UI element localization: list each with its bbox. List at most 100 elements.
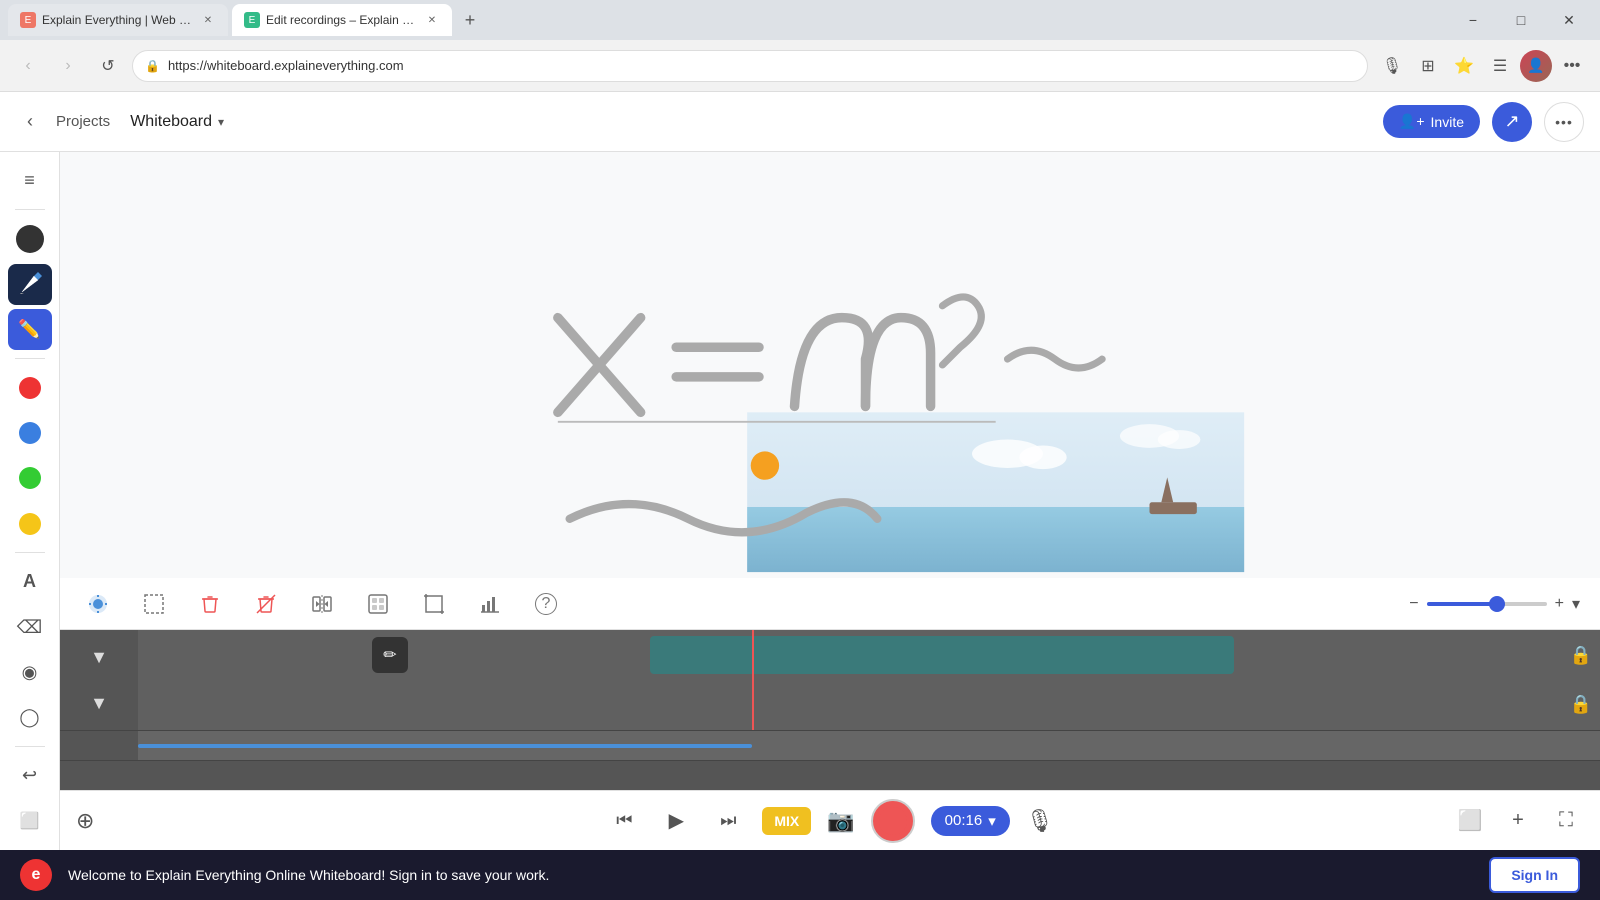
camera-button[interactable]: 📷 (827, 808, 854, 834)
timeline-side-icon-2[interactable]: ▼ (90, 693, 108, 714)
url-bar[interactable]: 🔒 https://whiteboard.explaineverything.c… (132, 50, 1368, 82)
canvas-zoom-button[interactable]: ⊕ (76, 808, 94, 834)
favorites-star-icon[interactable]: ⭐ (1448, 50, 1480, 82)
toolbar-separator-1 (15, 209, 45, 210)
tab-explain-everything[interactable]: E Explain Everything | Web W... ✕ (8, 4, 228, 36)
color-yellow[interactable] (8, 503, 52, 544)
mic-button[interactable]: 🎙 (1026, 808, 1054, 834)
undo-icon: ↩ (22, 765, 37, 786)
chart-icon (479, 593, 501, 615)
timeline-lock-2[interactable]: 🔒 (1570, 694, 1592, 715)
back-to-projects-icon[interactable]: ‹ (16, 108, 44, 136)
time-dropdown-icon: ▾ (988, 812, 996, 830)
record-button[interactable] (871, 799, 915, 843)
timeline-audio-side (60, 731, 138, 760)
tab-edit-recordings[interactable]: E Edit recordings – Explain Everyth... ✕ (232, 4, 452, 36)
timeline-audio-content[interactable] (138, 731, 1600, 760)
help-button[interactable]: ? (528, 586, 564, 622)
url-text: https://whiteboard.explaineverything.com (168, 58, 1355, 73)
new-tab-button[interactable]: + (456, 6, 484, 34)
timeline-lock-1[interactable]: 🔒 (1570, 645, 1592, 666)
projects-link[interactable]: Projects (56, 113, 110, 130)
timeline-block-1[interactable] (650, 636, 1235, 674)
time-display[interactable]: 00:16 ▾ (931, 806, 1010, 836)
timeline-tracks: ▼ ▼ ✏ (60, 630, 1600, 730)
select-box-icon (143, 593, 165, 615)
shapes-tool[interactable]: ◯ (8, 697, 52, 738)
rewind-button[interactable]: ⏮ (606, 803, 642, 839)
mix-button[interactable]: MIX (762, 807, 811, 835)
fullscreen-button[interactable]: ⛶ (1548, 803, 1584, 839)
whiteboard-dropdown[interactable]: Whiteboard ▾ (122, 109, 232, 135)
zoom-dropdown-button[interactable]: ▾ (1572, 594, 1580, 614)
tab-close-1[interactable]: ✕ (200, 12, 216, 28)
eraser-icon: ⌫ (17, 617, 42, 638)
lock-icon: 🔒 (145, 59, 160, 73)
profile-avatar[interactable]: 👤 (1520, 50, 1552, 82)
tab-close-2[interactable]: ✕ (424, 12, 440, 28)
eraser-tool[interactable]: ⌫ (8, 606, 52, 647)
text-tool[interactable]: A (8, 561, 52, 602)
green-swatch (19, 467, 41, 489)
timeline-edit-button[interactable]: ✏ (372, 637, 408, 673)
tab-title-1: Explain Everything | Web W... (42, 13, 194, 27)
toolbar-separator-2 (15, 358, 45, 359)
collections-icon[interactable]: ☰ (1484, 50, 1516, 82)
red-swatch (19, 377, 41, 399)
tab-title-2: Edit recordings – Explain Everyth... (266, 13, 418, 27)
shapes-icon: ◯ (19, 707, 39, 728)
forward-button[interactable]: › (52, 50, 84, 82)
close-button[interactable]: ✕ (1546, 4, 1592, 36)
extensions-icon[interactable]: ⊞ (1412, 50, 1444, 82)
zoom-fit-button[interactable]: ⬜ (1452, 803, 1488, 839)
color-red[interactable] (8, 367, 52, 408)
color-blue[interactable] (8, 412, 52, 453)
timeline-side-icon-1[interactable]: ▼ (90, 647, 108, 668)
invite-button[interactable]: 👤+ Invite (1383, 105, 1480, 138)
zoom-in-icon[interactable]: + (1555, 595, 1564, 613)
maximize-button[interactable]: □ (1498, 4, 1544, 36)
highlighter-tool[interactable]: ✏️ (8, 309, 52, 350)
color-green[interactable] (8, 458, 52, 499)
title-bar-left: E Explain Everything | Web W... ✕ E Edit… (8, 4, 484, 36)
canvas-whiteboard[interactable] (60, 152, 1600, 578)
group-button[interactable] (360, 586, 396, 622)
pen-tool[interactable] (8, 264, 52, 305)
back-button[interactable]: ‹ (12, 50, 44, 82)
hamburger-tool[interactable]: ≡ (8, 160, 52, 201)
color-selector[interactable] (8, 218, 52, 259)
split-button[interactable] (304, 586, 340, 622)
select-edit-button[interactable] (80, 586, 116, 622)
toolbar-separator-4 (15, 746, 45, 747)
zoom-in-playback-button[interactable]: + (1500, 803, 1536, 839)
play-button[interactable]: ▶ (658, 803, 694, 839)
share-icon: ↗ (1504, 111, 1519, 132)
share-button[interactable]: ↗ (1492, 102, 1532, 142)
zoom-out-icon[interactable]: − (1409, 595, 1418, 613)
zoom-slider[interactable] (1427, 602, 1547, 606)
crop-icon (423, 593, 445, 615)
browser-more-icon[interactable]: ••• (1556, 50, 1588, 82)
sign-in-button[interactable]: Sign In (1489, 857, 1580, 893)
chart-button[interactable] (472, 586, 508, 622)
delete-button[interactable] (192, 586, 228, 622)
yellow-swatch (19, 513, 41, 535)
refresh-button[interactable]: ↺ (92, 50, 124, 82)
undo-button[interactable]: ↩ (8, 755, 52, 796)
select-box-button[interactable] (136, 586, 172, 622)
fast-forward-button[interactable]: ⏭ (710, 803, 746, 839)
help-icon: ? (535, 593, 557, 615)
more-icon: ••• (1555, 114, 1573, 130)
toolbar-separator-3 (15, 552, 45, 553)
more-options-button[interactable]: ••• (1544, 102, 1584, 142)
minimize-button[interactable]: − (1450, 4, 1496, 36)
fill-tool[interactable]: ◉ (8, 652, 52, 693)
crop-button[interactable] (416, 586, 452, 622)
frame-tool[interactable]: ⬜ (8, 801, 52, 842)
timeline-playhead[interactable] (752, 630, 754, 730)
delete-content-button[interactable] (248, 586, 284, 622)
mic-addr-icon[interactable]: 🎙 (1376, 50, 1408, 82)
tab-favicon-2: E (244, 12, 260, 28)
timeline-content[interactable]: ✏ 🔒 🔒 (138, 630, 1600, 730)
timeline-audio-bar (138, 744, 752, 748)
